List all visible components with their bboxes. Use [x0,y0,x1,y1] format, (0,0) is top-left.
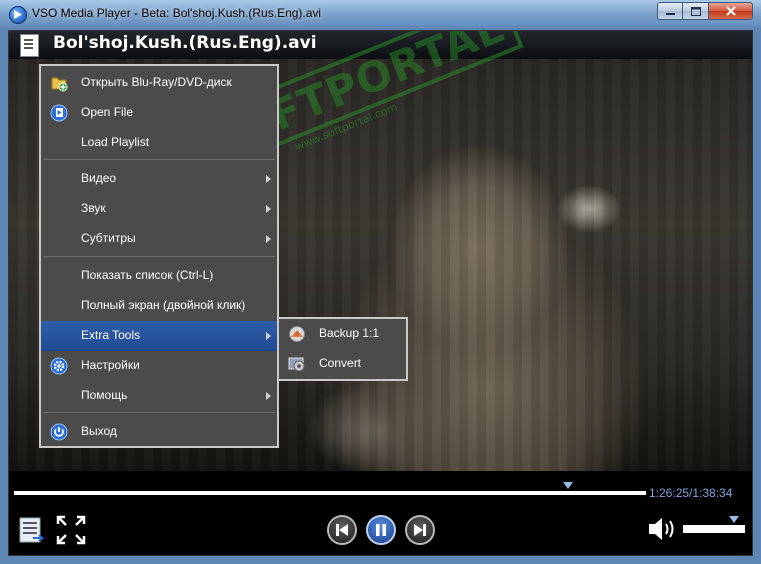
fullscreen-button[interactable] [56,515,86,545]
menu-item-open-file[interactable]: Open File [41,98,277,128]
seek-bar[interactable] [14,491,646,495]
minimize-button[interactable] [657,2,683,20]
submenu-arrow-icon [266,332,271,340]
submenu-arrow-icon [266,205,271,213]
volume-slider[interactable] [683,525,745,533]
menu-item-label: Load Playlist [81,135,150,149]
previous-button[interactable] [327,515,357,545]
menu-item-label: Convert [319,356,362,370]
volume-level-marker[interactable] [728,516,739,523]
skip-forward-icon [414,524,426,536]
playlist-button[interactable] [19,516,45,546]
submenu-arrow-icon [266,175,271,183]
menu-item-label: Помощь [81,388,128,402]
submenu-arrow-icon [266,235,271,243]
menu-item-exit[interactable]: Выход [41,417,277,447]
menu-item-label: Показать список (Ctrl-L) [81,268,214,282]
menu-item-label: Субтитры [81,231,136,245]
menu-item-audio[interactable]: Звук [41,194,277,224]
power-icon [50,423,68,441]
submenu-arrow-icon [266,392,271,400]
fullscreen-icon [56,515,86,545]
title-bar[interactable]: VSO Media Player - Beta: Bol'shoj.Kush.(… [0,0,761,28]
menu-item-label: Полный экран (двойной клик) [81,298,246,312]
window-caption-buttons [657,2,753,21]
extra-tools-submenu: Backup 1:1 Convert [277,317,408,381]
window-title: VSO Media Player - Beta: Bol'shoj.Kush.(… [32,6,322,20]
menu-item-subtitles[interactable]: Субтитры [41,224,277,254]
seek-position-marker[interactable] [563,482,574,489]
menu-item-show-playlist[interactable]: Показать список (Ctrl-L) [41,261,277,291]
close-icon [725,6,736,16]
convert-icon [288,357,305,372]
menu-item-load-playlist[interactable]: Load Playlist [41,128,277,158]
playback-controls: 1:26:25/1:38:34 [9,471,752,555]
file-document-icon [20,34,39,57]
volume-button[interactable] [647,515,679,543]
menu-item-help[interactable]: Помощь [41,381,277,411]
menu-separator [43,159,275,160]
playlist-icon [19,517,45,543]
menu-item-label: Настройки [81,358,140,372]
menu-item-label: Открыть Blu-Ray/DVD-диск [81,75,232,89]
file-title: Bol'shoj.Kush.(Rus.Eng).avi [53,33,317,53]
menu-item-extra-tools[interactable]: Extra Tools [41,321,277,351]
menu-item-label: Звук [81,201,106,215]
pause-button[interactable] [366,515,396,545]
time-display: 1:26:25/1:38:34 [649,486,733,500]
gear-icon [50,357,68,375]
menu-item-label: Видео [81,171,117,185]
maximize-button[interactable] [683,2,709,20]
submenu-item-backup[interactable]: Backup 1:1 [279,319,406,349]
menu-item-label: Backup 1:1 [319,326,380,340]
player-client-area: Bol'shoj.Kush.(Rus.Eng).avi SOFTPORTAL w… [8,30,753,556]
menu-item-label: Open File [81,105,134,119]
next-button[interactable] [405,515,435,545]
menu-item-settings[interactable]: Настройки [41,351,277,381]
menu-item-open-bluray-dvd[interactable]: Открыть Blu-Ray/DVD-диск [41,68,277,98]
menu-separator [43,412,275,413]
app-window: VSO Media Player - Beta: Bol'shoj.Kush.(… [0,0,761,564]
submenu-item-convert[interactable]: Convert [279,349,406,379]
speaker-icon [649,518,674,540]
menu-separator [43,256,275,257]
open-file-icon [50,104,68,122]
maximize-icon [690,6,701,16]
pause-icon [376,524,386,536]
context-menu: Открыть Blu-Ray/DVD-диск Open File Load … [39,64,279,448]
menu-item-fullscreen[interactable]: Полный экран (двойной клик) [41,291,277,321]
menu-item-label: Выход [81,424,117,438]
minimize-icon [665,12,675,15]
menu-item-video[interactable]: Видео [41,164,277,194]
vso-logo-icon[interactable] [9,6,27,24]
close-button[interactable] [709,2,753,20]
skip-back-icon [336,524,348,536]
backup-disc-icon [289,326,305,342]
menu-item-label: Extra Tools [81,328,141,342]
folder-add-icon [51,77,68,92]
